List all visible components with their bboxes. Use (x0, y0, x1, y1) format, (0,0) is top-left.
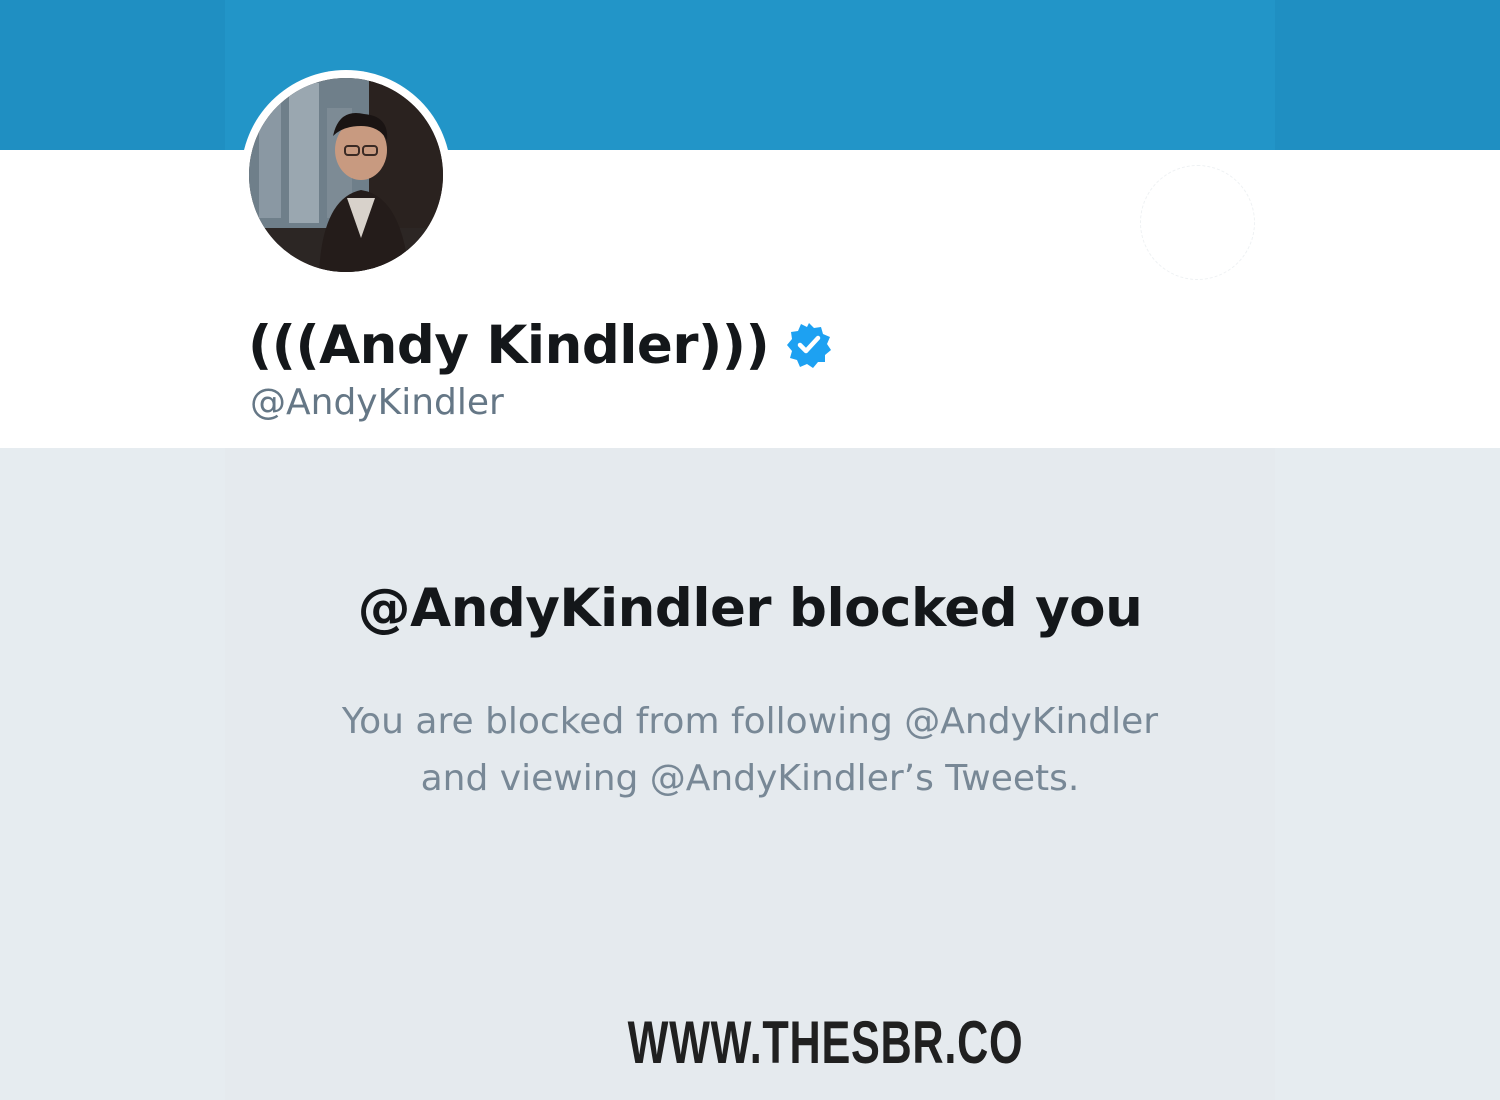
profile-photo-image (249, 78, 443, 272)
display-name: (((Andy Kindler))) (248, 314, 770, 376)
profile-photo (249, 78, 443, 272)
blocked-description: You are blocked from following @AndyKind… (280, 693, 1220, 807)
profile-action-button[interactable] (1140, 165, 1255, 280)
watermark: WWW.THESBR.CO (627, 1009, 1024, 1076)
profile-handle: @AndyKindler (250, 382, 504, 423)
header-banner (0, 0, 1500, 150)
blocked-description-line: You are blocked from following @AndyKind… (341, 701, 1159, 742)
blocked-description-line: and viewing @AndyKindler’s Tweets. (420, 758, 1080, 799)
profile-name-row: (((Andy Kindler))) (248, 310, 833, 380)
blocked-title: @AndyKindler blocked you (357, 578, 1143, 639)
profile-header (0, 150, 1500, 448)
verified-badge-icon (785, 321, 833, 369)
avatar[interactable] (241, 70, 451, 280)
